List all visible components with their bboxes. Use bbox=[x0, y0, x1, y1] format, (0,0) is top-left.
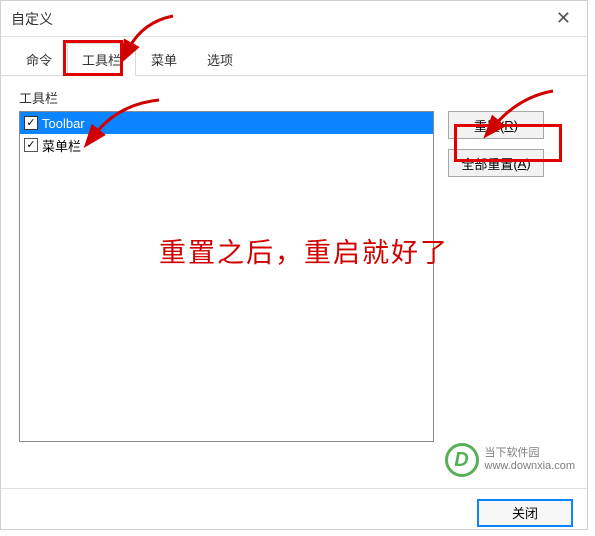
button-column: 重置(R) 全部重置(A) bbox=[448, 111, 544, 442]
close-icon[interactable]: ✕ bbox=[550, 8, 577, 29]
section-label: 工具栏 bbox=[19, 88, 569, 107]
list-item-menubar[interactable]: ✓ 菜单栏 bbox=[20, 134, 433, 156]
customize-dialog: 自定义 ✕ 命令 工具栏 菜单 选项 工具栏 ✓ Toolbar ✓ 菜单栏 bbox=[0, 0, 588, 530]
tab-toolbars[interactable]: 工具栏 bbox=[67, 43, 136, 76]
list-item-toolbar[interactable]: ✓ Toolbar bbox=[20, 112, 433, 134]
tab-options[interactable]: 选项 bbox=[192, 43, 248, 75]
tab-commands[interactable]: 命令 bbox=[11, 43, 67, 75]
tab-bar: 命令 工具栏 菜单 选项 bbox=[1, 37, 587, 76]
toolbar-listbox[interactable]: ✓ Toolbar ✓ 菜单栏 bbox=[19, 111, 434, 442]
list-item-label: 菜单栏 bbox=[42, 136, 81, 155]
content-row: ✓ Toolbar ✓ 菜单栏 重置(R) 全部重置(A) bbox=[19, 111, 569, 442]
dialog-body: 工具栏 ✓ Toolbar ✓ 菜单栏 重置(R) 全部重置(A) bbox=[1, 76, 587, 488]
close-button[interactable]: 关闭 bbox=[477, 499, 573, 527]
titlebar: 自定义 ✕ bbox=[1, 1, 587, 37]
reset-button[interactable]: 重置(R) bbox=[448, 111, 544, 139]
dialog-footer: 关闭 bbox=[1, 488, 587, 536]
window-title: 自定义 bbox=[11, 9, 53, 29]
checkbox-icon[interactable]: ✓ bbox=[24, 116, 38, 130]
list-item-label: Toolbar bbox=[42, 116, 85, 131]
checkbox-icon[interactable]: ✓ bbox=[24, 138, 38, 152]
tab-menus[interactable]: 菜单 bbox=[136, 43, 192, 75]
reset-all-button[interactable]: 全部重置(A) bbox=[448, 149, 544, 177]
